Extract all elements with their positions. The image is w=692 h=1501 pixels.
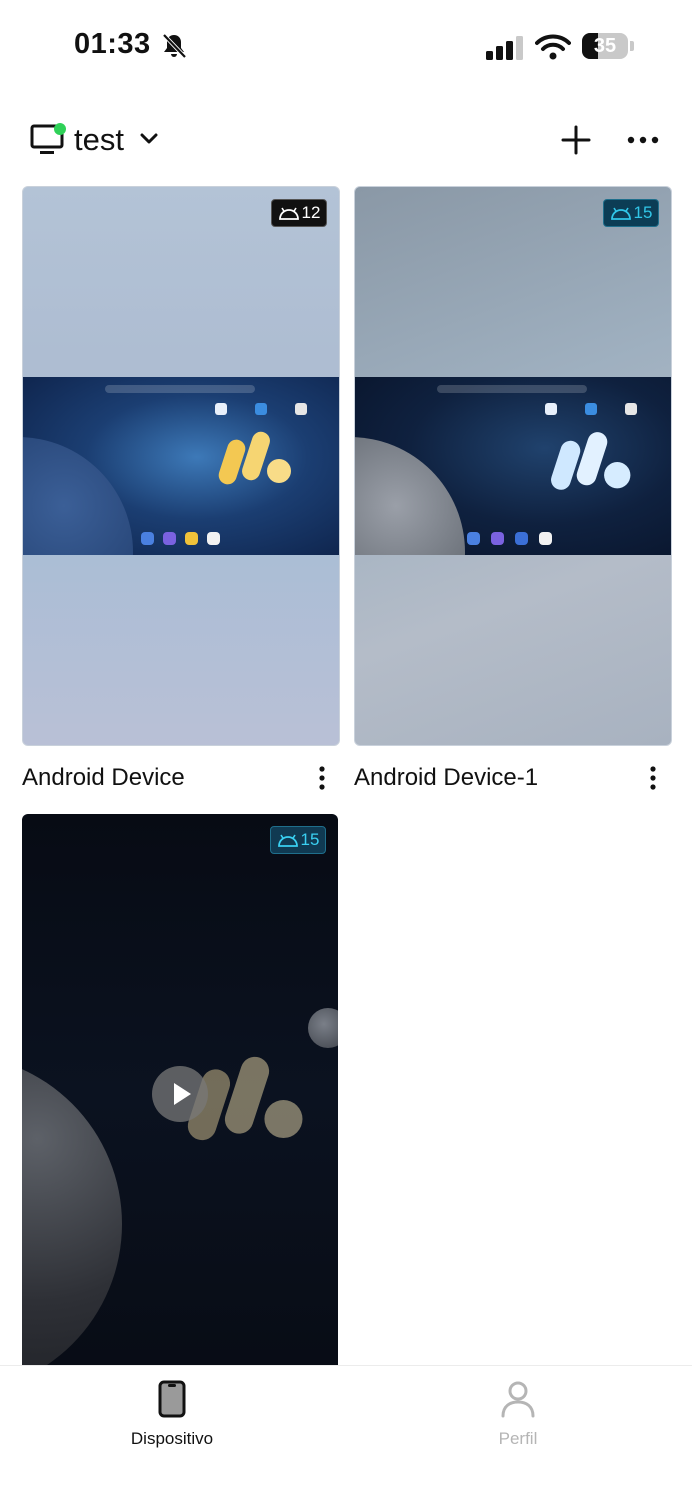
battery-icon: 35	[582, 33, 628, 59]
preview-dock-icon	[185, 532, 198, 545]
play-icon	[174, 1083, 191, 1105]
device-name: Android Device	[22, 764, 185, 791]
preview-app-icon	[625, 403, 637, 415]
android-version: 15	[633, 203, 653, 222]
wallpaper-planet	[22, 1054, 122, 1374]
wallpaper-planet	[355, 437, 465, 555]
tab-label: Perfil	[498, 1429, 538, 1448]
preview-search-bar	[437, 385, 587, 393]
more-horizontal-icon[interactable]	[626, 133, 660, 147]
wallpaper-logo	[551, 432, 631, 490]
phone-icon	[158, 1380, 186, 1418]
android-version: 15	[300, 830, 320, 849]
wallpaper-logo	[218, 431, 291, 485]
wallpaper-moon	[308, 1008, 338, 1048]
android-version-badge: 12	[271, 199, 327, 227]
preview-app-icon	[585, 403, 597, 415]
preview-dock-icon	[163, 532, 176, 545]
preview-dock-icon	[141, 532, 154, 545]
bottom-navigation: Dispositivo Perfil	[0, 1365, 692, 1501]
signal-icon	[486, 36, 523, 60]
preview-dock-icon	[539, 532, 552, 545]
android-version-badge: 15	[270, 826, 326, 854]
android-icon	[278, 207, 299, 220]
tab-label: Dispositivo	[130, 1429, 214, 1448]
device-card-thumbnail[interactable]: 15	[354, 186, 672, 746]
android-version-badge: 15	[603, 199, 659, 227]
plus-icon[interactable]	[560, 124, 592, 156]
device-card-thumbnail[interactable]: 12	[22, 186, 340, 746]
chevron-down-icon	[140, 133, 158, 144]
bell-slash-icon	[162, 33, 187, 59]
online-status-dot	[54, 123, 66, 135]
tab-dispositivo[interactable]: Dispositivo	[92, 1380, 252, 1449]
preview-app-icon	[295, 403, 307, 415]
device-screen-preview	[23, 377, 339, 555]
battery-level: 35	[593, 35, 617, 57]
preview-app-icon	[215, 403, 227, 415]
battery-tip	[630, 41, 634, 51]
preview-app-icon	[545, 403, 557, 415]
person-icon	[501, 1381, 535, 1418]
play-button[interactable]	[152, 1066, 208, 1122]
tab-perfil[interactable]: Perfil	[438, 1380, 598, 1449]
preview-dock-icon	[207, 532, 220, 545]
android-icon	[277, 834, 298, 847]
more-vertical-icon[interactable]	[643, 766, 663, 792]
preview-dock-icon	[491, 532, 504, 545]
preview-dock-icon	[515, 532, 528, 545]
device-screen-preview	[355, 377, 671, 555]
preview-search-bar	[105, 385, 255, 393]
wallpaper-planet	[23, 437, 133, 555]
status-time: 01:33	[74, 28, 151, 60]
device-name: Android Device-1	[354, 764, 539, 791]
workspace-title: test	[74, 122, 124, 157]
more-vertical-icon[interactable]	[312, 766, 332, 792]
wifi-icon	[535, 34, 571, 60]
android-icon	[610, 207, 631, 220]
android-version: 12	[301, 203, 321, 222]
preview-dock-icon	[467, 532, 480, 545]
device-card-thumbnail[interactable]: 15	[22, 814, 338, 1374]
preview-app-icon	[255, 403, 267, 415]
